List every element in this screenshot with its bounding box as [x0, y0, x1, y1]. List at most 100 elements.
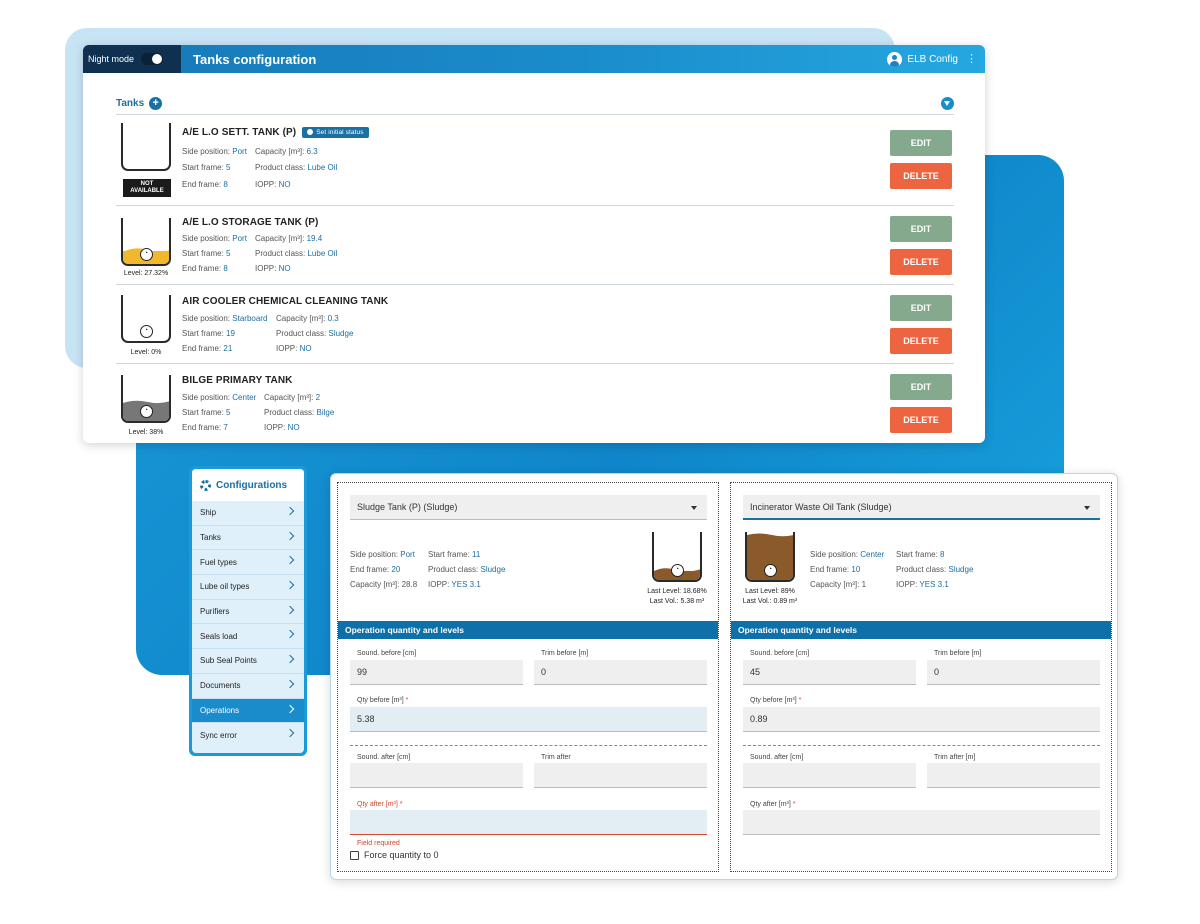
tank-level-icon: ◔ [121, 295, 171, 343]
chevron-right-icon [285, 704, 295, 713]
delete-button[interactable]: DELETE [890, 407, 952, 433]
tank-product-class: Product class: Lube Oil [255, 249, 338, 258]
chevron-right-icon [285, 531, 295, 540]
sound-after-input[interactable] [350, 763, 523, 788]
tank-name: AIR COOLER CHEMICAL CLEANING TANK [182, 296, 389, 307]
tank-end-frame: End frame: 8 [182, 264, 228, 273]
tank-start-frame: Start frame: 5 [182, 249, 231, 258]
tank-name: A/E L.O SETT. TANK (P) Set initial status [182, 127, 369, 138]
tank-start-frame: Start frame: 5 [182, 408, 231, 417]
chevron-right-icon [285, 679, 295, 689]
delete-button[interactable]: DELETE [890, 163, 952, 189]
chevron-right-icon [285, 506, 295, 516]
tank-capacity: Capacity [m³]: 6.3 [255, 147, 318, 156]
tank-start-frame: Start frame: 5 [182, 163, 231, 172]
trim-after-input[interactable] [534, 763, 707, 788]
tank-side-position: Side position: Port [182, 147, 247, 156]
force-quantity-checkbox-row[interactable]: Force quantity to 0 [350, 850, 439, 860]
edit-button[interactable]: EDIT [890, 295, 952, 321]
tank-level-icon: ◔ [121, 375, 171, 423]
force-quantity-checkbox[interactable] [350, 850, 359, 860]
end-frame: End frame: 10 [810, 565, 861, 574]
sidebar-item-lube-oil-types[interactable]: Lube oil types [192, 575, 304, 600]
gauge-icon: ◔ [139, 405, 153, 418]
not-available-badge: NOT AVAILABLE [123, 179, 171, 197]
tank-name: A/E L.O STORAGE TANK (P) [182, 217, 319, 228]
edit-button[interactable]: EDIT [890, 130, 952, 156]
sidebar-item-sync-error[interactable]: Sync error [192, 723, 304, 748]
trim-before-label: Trim before [m] [541, 650, 589, 657]
add-tank-button[interactable]: + [149, 97, 163, 110]
side-position: Side position: Center [810, 550, 885, 559]
tank-product-class: Product class: Sludge [276, 329, 354, 338]
sound-before-input[interactable]: 45 [743, 660, 916, 685]
filter-icon[interactable] [941, 97, 954, 110]
qty-after-input[interactable] [350, 810, 707, 835]
tank-end-frame: End frame: 7 [182, 423, 228, 432]
chevron-right-icon [285, 654, 295, 664]
tank-side-position: Side position: Center [182, 393, 257, 402]
sound-before-label: Sound. before [cm] [750, 650, 810, 657]
tank-row: ◔ Level: 38% BILGE PRIMARY TANK Side pos… [116, 364, 954, 443]
night-mode-control[interactable]: Night mode [83, 45, 181, 73]
trim-before-input[interactable]: 0 [927, 660, 1100, 685]
gauge-icon: ◔ [139, 325, 153, 338]
sidebar-item-tanks[interactable]: Tanks [192, 526, 304, 551]
end-frame: End frame: 20 [350, 565, 401, 574]
user-menu[interactable]: ELB Config ⋮ [887, 51, 985, 67]
qty-after-label: Qty after [m³] * [750, 801, 796, 808]
delete-button[interactable]: DELETE [890, 249, 952, 275]
trim-after-input[interactable] [927, 763, 1100, 788]
section-header: Operation quantity and levels [338, 621, 718, 639]
edit-button[interactable]: EDIT [890, 216, 952, 242]
trim-before-label: Trim before [m] [934, 650, 982, 657]
night-mode-toggle[interactable] [141, 53, 164, 65]
user-label: ELB Config [907, 53, 958, 65]
sidebar-item-documents[interactable]: Documents [192, 674, 304, 699]
capacity: Capacity [m³]: 1 [810, 580, 867, 589]
tank-iopp: IOPP: NO [264, 423, 300, 432]
delete-button[interactable]: DELETE [890, 328, 952, 354]
top-bar: Night mode Tanks configuration ELB Confi… [83, 45, 985, 73]
chevron-right-icon [285, 728, 295, 738]
tanks-section-label: Tanks [116, 98, 145, 109]
set-initial-status-button[interactable]: Set initial status [302, 127, 369, 138]
qty-after-input[interactable] [743, 810, 1100, 835]
fill-wave [123, 400, 169, 405]
sound-after-label: Sound. after [cm] [357, 754, 411, 761]
tank-end-frame: End frame: 8 [182, 180, 228, 189]
sidebar-item-operations[interactable]: Operations [192, 698, 304, 724]
tank-side-position: Side position: Port [182, 234, 247, 243]
divider [743, 745, 1100, 746]
tank-level-icon [121, 123, 171, 171]
sidebar-item-fuel-types[interactable]: Fuel types [192, 550, 304, 576]
tank-start-frame: Start frame: 19 [182, 329, 235, 338]
tank-iopp: IOPP: NO [276, 344, 312, 353]
divider [350, 745, 707, 746]
gauge-icon: ◔ [139, 248, 153, 261]
configurations-sidebar: Configurations Ship Tanks Fuel types Lub… [189, 466, 307, 756]
start-frame: Start frame: 11 [428, 550, 481, 559]
sound-before-input[interactable]: 99 [350, 660, 523, 685]
iopp: IOPP: YES 3.1 [428, 580, 481, 589]
tank-iopp: IOPP: NO [255, 180, 291, 189]
dropdown-arrow-icon [691, 506, 697, 510]
tank-level-label: Level: 0% [130, 349, 162, 356]
operation-panel-left: Sludge Tank (P) (Sludge) Side position: … [337, 482, 719, 872]
force-quantity-label: Force quantity to 0 [364, 850, 439, 860]
kebab-menu-icon[interactable]: ⋮ [966, 53, 977, 65]
qty-before-input[interactable]: 0.89 [743, 707, 1100, 732]
sidebar-item-purifiers[interactable]: Purifiers [192, 600, 304, 625]
chevron-right-icon [285, 605, 295, 614]
tank-select[interactable]: Incinerator Waste Oil Tank (Sludge) [743, 495, 1100, 520]
sidebar-item-ship[interactable]: Ship [192, 501, 304, 526]
trim-after-label: Trim after [m] [934, 754, 976, 761]
tank-capacity: Capacity [m³]: 19.4 [255, 234, 323, 243]
tank-select[interactable]: Sludge Tank (P) (Sludge) [350, 495, 707, 520]
edit-button[interactable]: EDIT [890, 374, 952, 400]
qty-before-input[interactable]: 5.38 [350, 707, 707, 732]
sidebar-item-sub-seal-points[interactable]: Sub Seal Points [192, 649, 304, 674]
trim-before-input[interactable]: 0 [534, 660, 707, 685]
sound-after-input[interactable] [743, 763, 916, 788]
sidebar-item-seals-load[interactable]: Seals load [192, 624, 304, 650]
